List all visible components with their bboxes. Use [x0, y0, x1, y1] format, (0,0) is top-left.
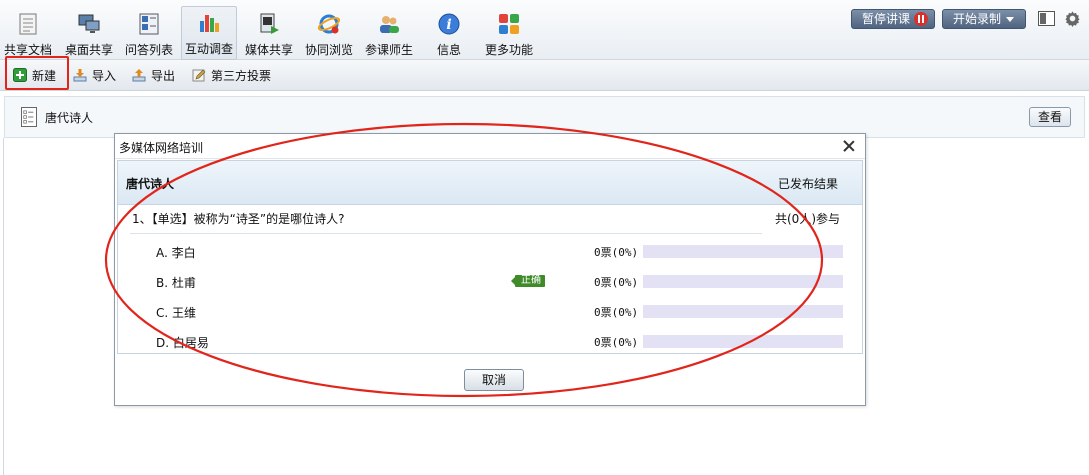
close-icon[interactable]	[839, 136, 859, 156]
survey-header: 唐代诗人 已发布结果	[118, 161, 862, 205]
option-votes: 0票(0%)	[594, 306, 639, 319]
qa-list-icon	[139, 13, 159, 35]
third-party-vote-button[interactable]: 第三方投票	[192, 66, 271, 86]
vote-bar	[643, 275, 843, 288]
layout-icon[interactable]	[1038, 11, 1055, 26]
view-button[interactable]: 查看	[1029, 107, 1071, 127]
tool-media-share[interactable]: 媒体共享	[242, 8, 296, 60]
info-icon: i	[438, 13, 460, 35]
participant-count: 共(0人)参与	[775, 212, 840, 226]
tool-label: 参课师生	[364, 43, 413, 57]
content-border	[3, 138, 4, 475]
pause-label: 暂停讲课	[862, 12, 911, 26]
survey-results-dialog: 多媒体网络培训 唐代诗人 已发布结果 1、【单选】被称为“诗圣”的是哪位诗人? …	[114, 133, 866, 406]
survey-list-item[interactable]: 唐代诗人 查看	[4, 96, 1085, 138]
survey-chart-icon	[200, 15, 219, 32]
svg-text:i: i	[446, 17, 451, 33]
tool-participants[interactable]: 参课师生	[362, 8, 416, 60]
pause-icon	[914, 12, 929, 26]
third-party-label: 第三方投票	[211, 69, 272, 83]
tool-label: 更多功能	[484, 43, 533, 57]
chevron-down-icon	[1006, 17, 1015, 22]
tool-more[interactable]: 更多功能	[482, 8, 536, 60]
more-apps-icon	[499, 14, 519, 34]
tool-label: 问答列表	[124, 43, 173, 57]
option-label: C. 王维	[156, 306, 197, 320]
participants-icon	[380, 16, 399, 33]
co-browse-icon	[317, 14, 341, 34]
option-label: B. 杜甫	[156, 276, 196, 290]
main-toolbar: 共享文档 桌面共享 问答列表 互动调查 媒体共享 协同浏览 参课师生 i 信息 …	[0, 0, 1089, 60]
import-button[interactable]: 导入	[73, 66, 116, 86]
vote-bar	[643, 305, 843, 318]
dialog-title: 多媒体网络培训	[119, 141, 204, 155]
dialog-titlebar: 多媒体网络培训	[115, 134, 865, 159]
tool-label: 互动调查	[184, 42, 233, 56]
option-votes: 0票(0%)	[594, 246, 639, 259]
results-panel: 唐代诗人 已发布结果 1、【单选】被称为“诗圣”的是哪位诗人? 共(0人)参与 …	[117, 160, 863, 354]
cancel-button[interactable]: 取消	[464, 369, 524, 391]
pause-lecture-button[interactable]: 暂停讲课	[851, 9, 935, 29]
option-votes: 0票(0%)	[594, 276, 639, 289]
option-row: A. 李白 0票(0%)	[118, 241, 862, 261]
export-icon	[132, 69, 146, 82]
checklist-icon	[21, 107, 37, 127]
start-recording-button[interactable]: 开始录制	[942, 9, 1026, 29]
vote-bar	[643, 335, 843, 348]
tool-label: 协同浏览	[304, 43, 353, 57]
record-label: 开始录制	[953, 12, 1002, 26]
import-label: 导入	[92, 69, 117, 83]
option-row: C. 王维 0票(0%)	[118, 301, 862, 321]
survey-title: 唐代诗人	[45, 111, 94, 125]
tool-info[interactable]: i 信息	[426, 8, 472, 60]
survey-toolbar: 新建 导入 导出 第三方投票	[0, 60, 1089, 91]
desktop-share-icon	[78, 14, 100, 33]
survey-name: 唐代诗人	[126, 177, 175, 191]
divider	[130, 233, 762, 234]
option-label: A. 李白	[156, 246, 196, 260]
tool-label: 信息	[436, 43, 461, 57]
tool-survey[interactable]: 互动调查	[181, 6, 237, 60]
option-label: D. 白居易	[156, 336, 209, 350]
correct-badge: 正确	[511, 275, 545, 287]
export-button[interactable]: 导出	[132, 66, 175, 86]
vote-bar	[643, 245, 843, 258]
option-row: B. 杜甫 正确 0票(0%)	[118, 271, 862, 291]
tool-shared-docs[interactable]: 共享文档	[2, 8, 54, 60]
tool-label: 媒体共享	[244, 43, 293, 57]
publish-status: 已发布结果	[777, 177, 838, 191]
media-share-icon	[260, 13, 279, 34]
pencil-icon	[192, 69, 206, 82]
question-text: 1、【单选】被称为“诗圣”的是哪位诗人?	[132, 212, 345, 226]
tool-qa-list[interactable]: 问答列表	[123, 8, 175, 60]
tool-desktop-share[interactable]: 桌面共享	[62, 8, 116, 60]
new-button-highlight	[5, 56, 69, 90]
option-votes: 0票(0%)	[594, 336, 639, 349]
tool-co-browse[interactable]: 协同浏览	[302, 8, 356, 60]
tool-label: 桌面共享	[64, 43, 113, 57]
import-icon	[73, 69, 87, 82]
document-icon	[19, 13, 37, 35]
gear-icon[interactable]	[1064, 10, 1081, 27]
export-label: 导出	[151, 69, 176, 83]
option-row: D. 白居易 0票(0%)	[118, 331, 862, 351]
